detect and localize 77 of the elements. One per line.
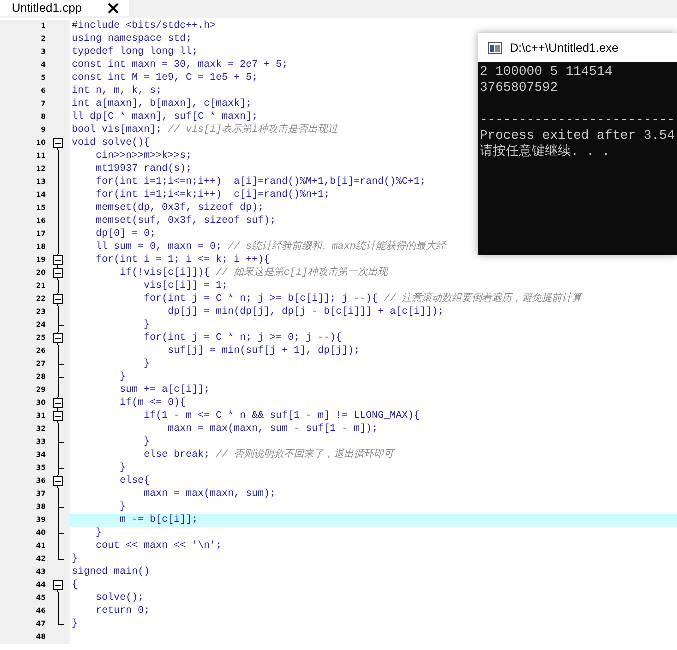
code-text: { bbox=[72, 579, 78, 592]
code-text: for(int i=1;i<=k;i++) c[i]=rand()%n+1; bbox=[95, 189, 330, 202]
code-text: typedef long long ll; bbox=[72, 46, 198, 59]
code-text: for(int i=1;i<=n;i++) a[i]=rand()%M+1,b[i]=rand()%C+1; bbox=[95, 176, 426, 189]
code-text: using namespace std; bbox=[72, 33, 192, 46]
code-text: sum += a[c[i]]; bbox=[119, 384, 210, 397]
code-text: return 0; bbox=[95, 605, 150, 618]
code-text: vis[c[i]] = 1; bbox=[143, 280, 228, 293]
code-text: cin>>n>>m>>k>>s; bbox=[95, 150, 192, 163]
code-comment: // 注意滚动数组要倒着遍历，避免提前计算 bbox=[384, 293, 582, 306]
code-text: maxn = max(maxn, sum); bbox=[143, 488, 276, 501]
console-output: 2 100000 5 114514 bbox=[480, 64, 613, 79]
console-output: 请按任意键继续. . . bbox=[480, 144, 610, 159]
fold-end-icon bbox=[58, 501, 64, 514]
code-text: if(!vis[c[i]]){ bbox=[119, 267, 212, 280]
collapse-icon[interactable] bbox=[53, 267, 63, 280]
code-text: m -= b[c[i]]; bbox=[119, 514, 198, 527]
code-comment: // 如果这是第c[i]种攻击第一次出现 bbox=[216, 267, 388, 280]
app-icon bbox=[488, 42, 502, 54]
code-text: ll sum = 0, maxn = 0; bbox=[95, 241, 224, 254]
console-output: 3765807592 bbox=[480, 80, 558, 95]
code-text: for(int j = C * n; j >= b[c[i]]; j --){ bbox=[143, 293, 380, 306]
collapse-icon[interactable] bbox=[53, 332, 63, 345]
code-text: dp[0] = 0; bbox=[95, 228, 156, 241]
fold-end-icon bbox=[58, 462, 64, 475]
code-text: const int maxn = 30, maxk = 2e7 + 5; bbox=[72, 59, 288, 72]
code-text: if(1 - m <= C * n && suf[1 - m] != LLONG_MAX){ bbox=[143, 410, 420, 423]
fold-end-icon bbox=[58, 319, 64, 332]
file-tab[interactable]: Untitled1.cpp bbox=[0, 0, 130, 16]
code-text: int n, m, k, s; bbox=[72, 85, 162, 98]
close-icon[interactable] bbox=[108, 2, 120, 14]
code-text: mt19937 rand(s); bbox=[95, 163, 192, 176]
code-text: memset(suf, 0x3f, sizeof suf); bbox=[95, 215, 276, 228]
code-text: solve(); bbox=[95, 592, 144, 605]
collapse-icon[interactable] bbox=[53, 137, 63, 150]
code-text: } bbox=[119, 371, 126, 384]
code-text: maxn = max(maxn, sum - suf[1 - m]); bbox=[167, 423, 378, 436]
collapse-icon[interactable] bbox=[53, 397, 63, 410]
code-text: suf[j] = min(suf[j + 1], dp[j]); bbox=[167, 345, 360, 358]
code-text: } bbox=[119, 501, 126, 514]
code-text: cout << maxn << '\n'; bbox=[95, 540, 222, 553]
code-text: } bbox=[143, 358, 150, 371]
console-output: Process exited after 3.54 bbox=[480, 128, 676, 143]
code-text: for(int j = C * n; j >= 0; j --){ bbox=[143, 332, 342, 345]
code-text: #include <bits/stdc++.h> bbox=[72, 20, 216, 33]
code-text: ll dp[C * maxn], suf[C * maxn]; bbox=[72, 111, 258, 124]
fold-end-icon bbox=[58, 436, 64, 449]
code-comment: // s统计经验前缀和、maxn统计能获得的最大经 bbox=[228, 241, 446, 254]
collapse-icon[interactable] bbox=[53, 254, 63, 267]
code-comment: // vis[i]表示第i种攻击是否出现过 bbox=[168, 124, 338, 137]
code-text: } bbox=[119, 462, 126, 475]
code-text: int a[maxn], b[maxn], c[maxk]; bbox=[72, 98, 252, 111]
code-text: for(int i = 1; i <= k; i ++){ bbox=[95, 254, 270, 266]
collapse-icon[interactable] bbox=[53, 293, 63, 306]
code-text: if(m <= 0){ bbox=[119, 397, 186, 410]
console-output: ------------------------- bbox=[480, 112, 676, 127]
code-text: } bbox=[72, 553, 78, 566]
code-text: signed main() bbox=[72, 566, 150, 579]
code-comment: // 否则说明救不回来了，退出循环即可 bbox=[216, 449, 394, 462]
fold-end-icon bbox=[58, 527, 64, 540]
code-text: } bbox=[95, 527, 102, 540]
fold-end-icon bbox=[58, 553, 64, 560]
code-text: const int M = 1e9, C = 1e5 + 5; bbox=[72, 72, 258, 85]
code-text: dp[j] = min(dp[j], dp[j - b[c[i]]] + a[c[i]]); bbox=[167, 306, 444, 319]
code-text: else{ bbox=[119, 475, 150, 488]
code-text: void solve(){ bbox=[72, 137, 150, 150]
collapse-icon[interactable] bbox=[53, 475, 63, 488]
collapse-icon[interactable] bbox=[53, 410, 63, 423]
code-text: bool vis[maxn]; bbox=[72, 124, 164, 137]
code-text: } bbox=[143, 436, 150, 449]
code-text: } bbox=[72, 618, 78, 631]
fold-end-icon bbox=[58, 618, 64, 625]
code-text: memset(dp, 0x3f, sizeof dp); bbox=[95, 202, 264, 215]
code-text: else break; bbox=[143, 449, 212, 462]
code-text: } bbox=[143, 319, 150, 332]
collapse-icon[interactable] bbox=[53, 579, 63, 592]
window-title: D:\c++\Untitled1.exe bbox=[510, 40, 619, 54]
